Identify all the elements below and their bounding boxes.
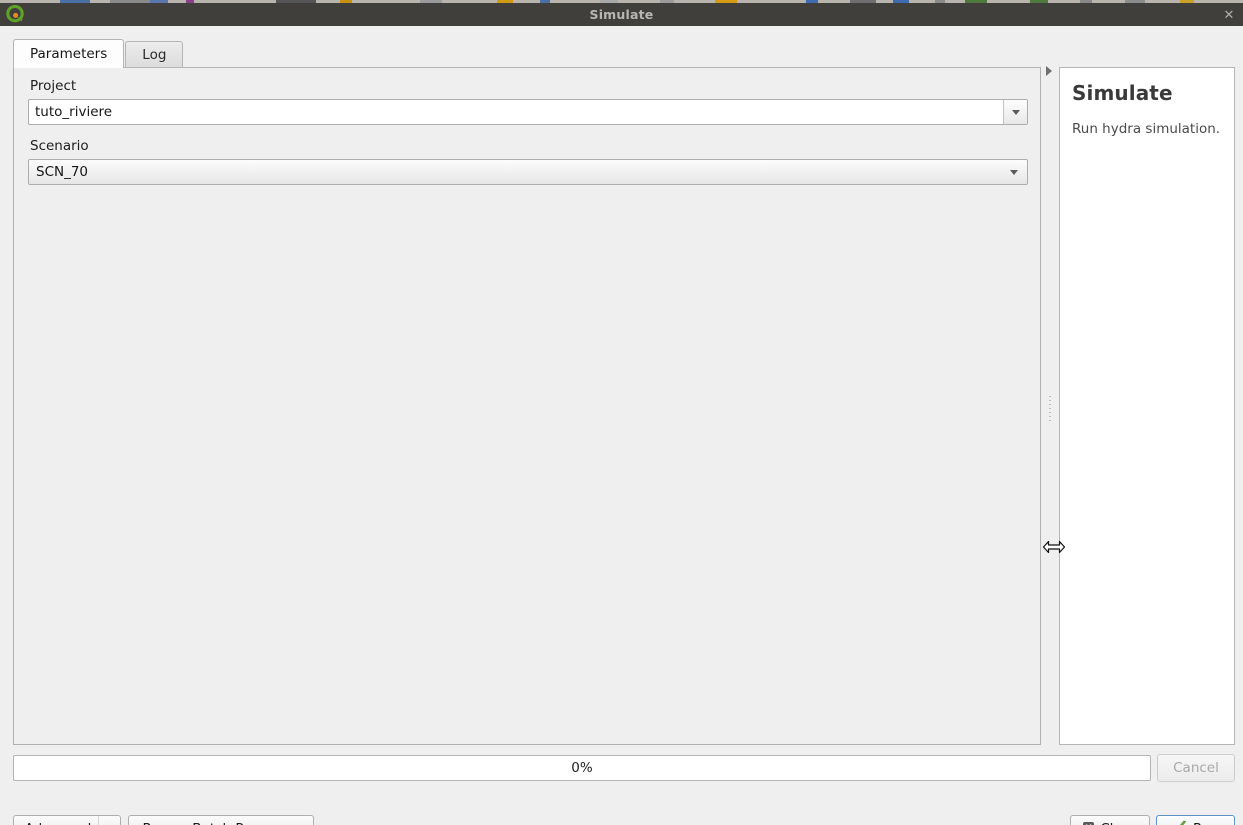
splitter-grip-icon xyxy=(1049,396,1051,422)
close-button-label: Close xyxy=(1100,821,1137,825)
window-close-icon[interactable]: ✕ xyxy=(1221,7,1237,23)
close-button[interactable]: ✕ Close xyxy=(1070,815,1150,825)
close-mnemonic: C xyxy=(1100,821,1109,825)
scenario-label: Scenario xyxy=(30,138,89,154)
run-button-label: Run xyxy=(1193,821,1219,825)
run-as-batch-button[interactable]: Run as Batch Process... xyxy=(128,815,314,825)
scenario-dropdown-button[interactable] xyxy=(1001,169,1027,175)
parameters-panel: Project tuto_riviere Scenario SCN_70 xyxy=(13,67,1041,745)
progress-percent-label: 0% xyxy=(571,760,593,776)
help-description: Run hydra simulation. xyxy=(1072,121,1221,137)
tab-parameters-label: Parameters xyxy=(30,46,108,62)
help-title: Simulate xyxy=(1072,81,1173,105)
close-rest: lose xyxy=(1110,821,1137,825)
dialog-body: Parameters Log Project tuto_riviere Scen… xyxy=(0,26,1243,825)
cancel-button-label: Cancel xyxy=(1173,760,1219,776)
simulate-dialog: Simulate ✕ Parameters Log Project tuto_r… xyxy=(0,0,1243,825)
project-dropdown-button[interactable] xyxy=(1003,100,1027,124)
run-button[interactable]: Run xyxy=(1156,815,1235,825)
help-panel: Simulate Run hydra simulation. xyxy=(1059,67,1235,745)
advanced-menu-button[interactable] xyxy=(98,816,120,825)
run-as-batch-button-label: Run as Batch Process... xyxy=(143,821,300,825)
cancel-button[interactable]: Cancel xyxy=(1157,754,1235,782)
triangle-right-icon xyxy=(1046,66,1052,76)
advanced-button-label: Advanced xyxy=(14,816,98,825)
tab-log[interactable]: Log xyxy=(125,41,184,68)
advanced-button[interactable]: Advanced xyxy=(13,815,121,825)
project-label: Project xyxy=(30,78,77,94)
tab-log-label: Log xyxy=(142,47,167,63)
window-title: Simulate xyxy=(589,7,654,22)
qgis-logo-icon xyxy=(6,4,25,24)
scenario-value: SCN_70 xyxy=(36,164,89,180)
panel-splitter[interactable] xyxy=(1043,67,1057,745)
green-check-icon xyxy=(1172,819,1188,825)
scenario-combobox[interactable]: SCN_70 xyxy=(28,159,1028,185)
close-box-icon: ✕ xyxy=(1083,821,1095,825)
project-value: tuto_riviere xyxy=(35,104,113,120)
tab-parameters[interactable]: Parameters xyxy=(13,39,125,68)
chevron-down-icon xyxy=(1010,169,1018,175)
help-collapse-toggle[interactable] xyxy=(1043,64,1055,78)
tab-bar: Parameters Log xyxy=(13,39,184,68)
progress-bar: 0% xyxy=(13,755,1151,781)
chevron-down-icon xyxy=(1011,109,1020,115)
project-combobox[interactable]: tuto_riviere xyxy=(28,99,1028,125)
window-titlebar: Simulate ✕ xyxy=(0,3,1243,26)
